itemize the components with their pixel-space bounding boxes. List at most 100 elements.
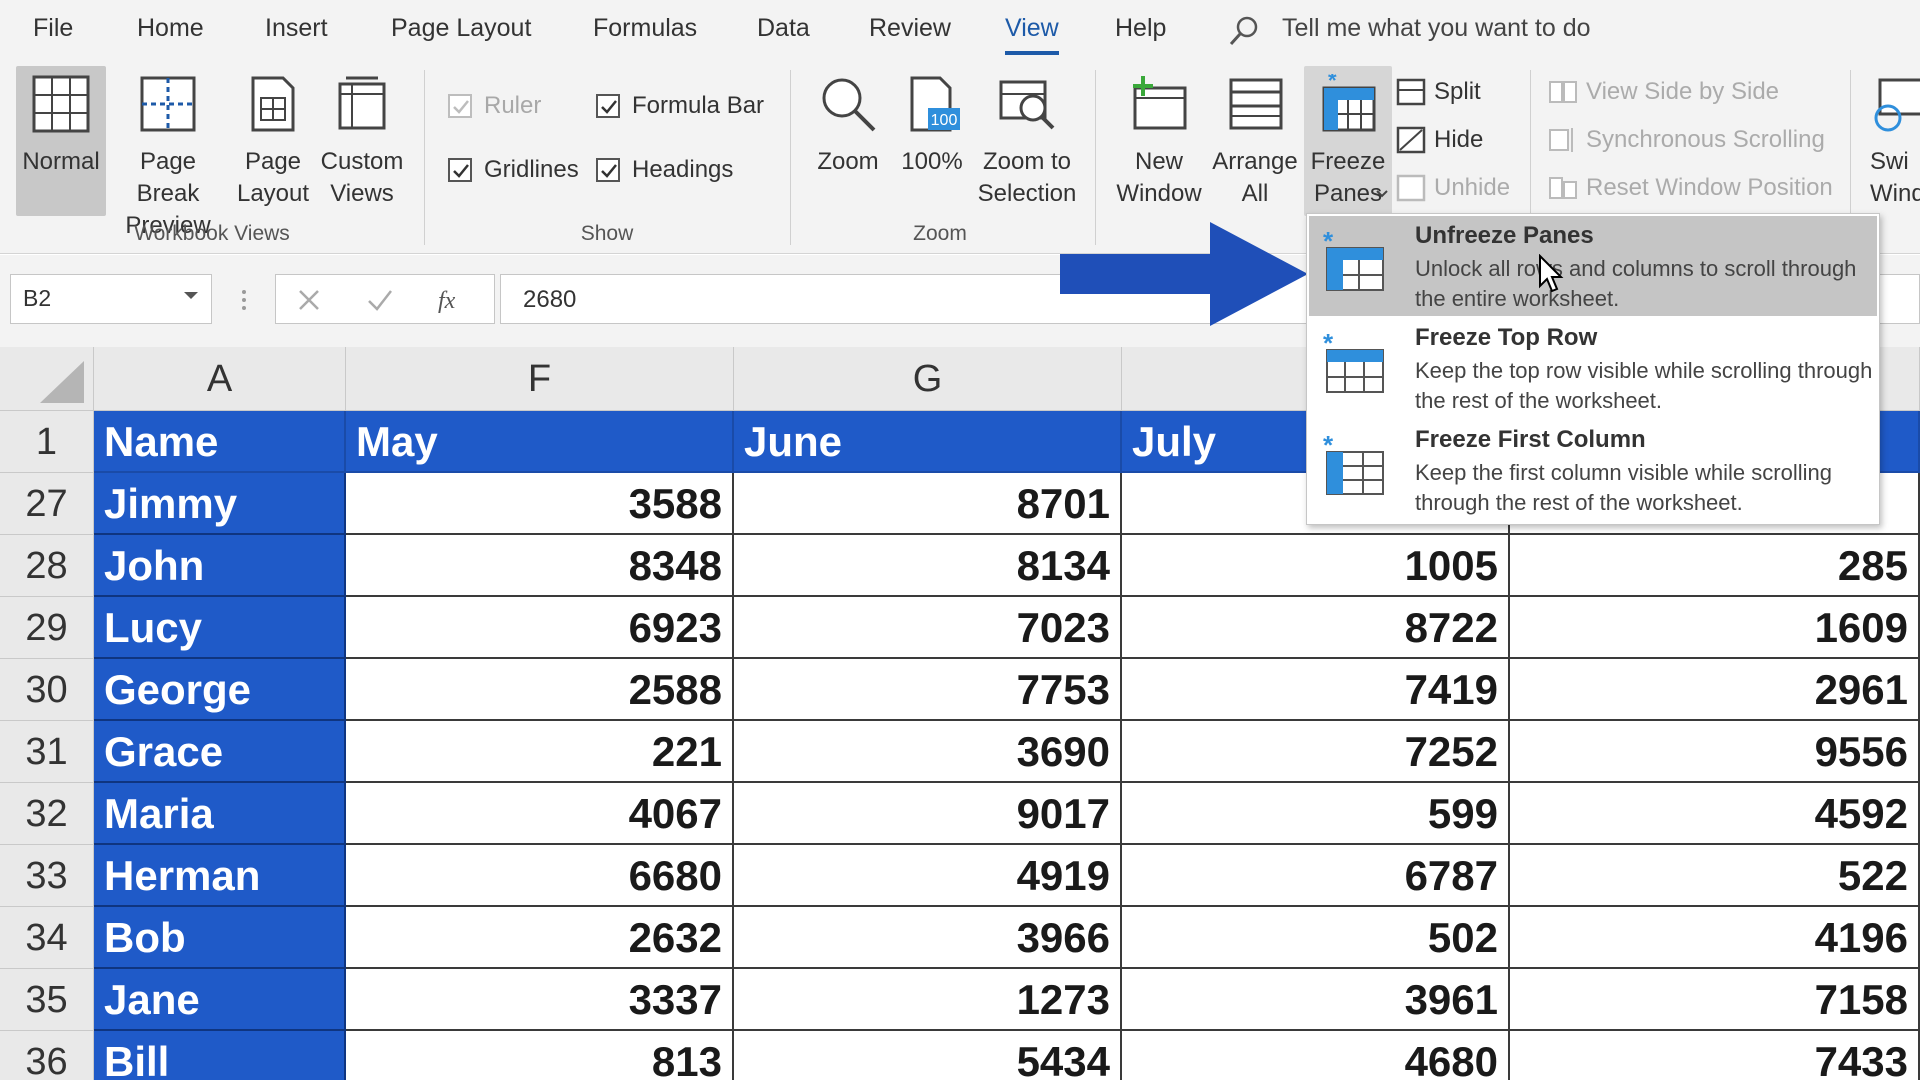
- value-cell[interactable]: 7419: [1122, 659, 1510, 721]
- name-cell[interactable]: Herman: [94, 845, 346, 907]
- value-cell[interactable]: 7252: [1122, 721, 1510, 783]
- zoom-100-button[interactable]: 100 100%: [892, 66, 972, 216]
- tell-me-search[interactable]: Tell me what you want to do: [1282, 14, 1591, 43]
- tab-file[interactable]: File: [33, 14, 73, 43]
- value-cell[interactable]: 3588: [346, 473, 734, 535]
- column-header-a[interactable]: A: [94, 347, 346, 411]
- zoom-button[interactable]: Zoom: [808, 66, 888, 216]
- name-cell[interactable]: Jimmy: [94, 473, 346, 535]
- value-cell[interactable]: 7753: [734, 659, 1122, 721]
- value-cell[interactable]: 7023: [734, 597, 1122, 659]
- name-cell[interactable]: Bill: [94, 1031, 346, 1080]
- value-cell[interactable]: 221: [346, 721, 734, 783]
- value-cell[interactable]: 1005: [1122, 535, 1510, 597]
- value-cell[interactable]: 5434: [734, 1031, 1122, 1080]
- value-cell[interactable]: 6923: [346, 597, 734, 659]
- value-cell[interactable]: 4196: [1510, 907, 1920, 969]
- value-cell[interactable]: 6787: [1122, 845, 1510, 907]
- value-cell[interactable]: 8134: [734, 535, 1122, 597]
- resize-dots-icon[interactable]: [240, 289, 248, 311]
- value-cell[interactable]: 4592: [1510, 783, 1920, 845]
- value-cell[interactable]: 2588: [346, 659, 734, 721]
- value-cell[interactable]: 2632: [346, 907, 734, 969]
- value-cell[interactable]: 3337: [346, 969, 734, 1031]
- hide-icon: [1396, 126, 1426, 154]
- normal-view-button[interactable]: Normal: [16, 66, 106, 216]
- value-cell[interactable]: 522: [1510, 845, 1920, 907]
- row-header[interactable]: 30: [0, 659, 94, 721]
- name-cell[interactable]: John: [94, 535, 346, 597]
- value-cell[interactable]: 8701: [734, 473, 1122, 535]
- value-cell[interactable]: 502: [1122, 907, 1510, 969]
- normal-label: Normal: [22, 148, 100, 175]
- column-header-f[interactable]: F: [346, 347, 734, 411]
- row-header[interactable]: 29: [0, 597, 94, 659]
- name-cell[interactable]: Grace: [94, 721, 346, 783]
- snowflake-glyph: *: [1328, 74, 1337, 93]
- value-cell[interactable]: 7433: [1510, 1031, 1920, 1080]
- page-break-preview-button[interactable]: Page Break Preview: [108, 66, 228, 239]
- value-cell[interactable]: 3966: [734, 907, 1122, 969]
- value-cell[interactable]: 2961: [1510, 659, 1920, 721]
- value-cell[interactable]: 8722: [1122, 597, 1510, 659]
- name-cell[interactable]: George: [94, 659, 346, 721]
- value-cell[interactable]: 1273: [734, 969, 1122, 1031]
- arrange-all-button[interactable]: Arrange All: [1208, 66, 1302, 216]
- header-cell[interactable]: Name: [94, 411, 346, 473]
- page-layout-label: Page Layout: [236, 148, 310, 207]
- value-cell[interactable]: 3961: [1122, 969, 1510, 1031]
- freeze-panes-button[interactable]: * Freeze Panes: [1304, 66, 1392, 216]
- page-layout-view-button[interactable]: Page Layout: [232, 66, 314, 216]
- tab-help[interactable]: Help: [1115, 14, 1166, 43]
- row-header[interactable]: 31: [0, 721, 94, 783]
- name-cell[interactable]: Bob: [94, 907, 346, 969]
- new-window-button[interactable]: New Window: [1110, 66, 1208, 216]
- tab-home[interactable]: Home: [137, 14, 204, 43]
- value-cell[interactable]: 3690: [734, 721, 1122, 783]
- cancel-icon[interactable]: [296, 287, 322, 313]
- value-cell[interactable]: 7158: [1510, 969, 1920, 1031]
- freeze-first-column-item[interactable]: * Freeze First Column Keep the first col…: [1309, 420, 1877, 520]
- row-header[interactable]: 35: [0, 969, 94, 1031]
- column-header-g[interactable]: G: [734, 347, 1122, 411]
- name-box[interactable]: B2: [10, 274, 212, 324]
- tab-formulas[interactable]: Formulas: [593, 14, 697, 43]
- value-cell[interactable]: 9556: [1510, 721, 1920, 783]
- value-cell[interactable]: 813: [346, 1031, 734, 1080]
- row-header[interactable]: 33: [0, 845, 94, 907]
- value-cell[interactable]: 599: [1122, 783, 1510, 845]
- enter-check-icon[interactable]: [366, 287, 394, 313]
- name-cell[interactable]: Maria: [94, 783, 346, 845]
- custom-views-button[interactable]: Custom Views: [316, 66, 408, 216]
- tab-insert[interactable]: Insert: [265, 14, 328, 43]
- unfreeze-panes-item[interactable]: * Unfreeze Panes Unlock all rows and col…: [1309, 216, 1877, 316]
- tab-view[interactable]: View: [1005, 14, 1059, 55]
- tab-review[interactable]: Review: [869, 14, 951, 43]
- row-header[interactable]: 1: [0, 411, 94, 473]
- row-header[interactable]: 34: [0, 907, 94, 969]
- row-header[interactable]: 28: [0, 535, 94, 597]
- name-cell[interactable]: Lucy: [94, 597, 346, 659]
- freeze-top-row-item[interactable]: * Freeze Top Row Keep the top row visibl…: [1309, 318, 1877, 418]
- value-cell[interactable]: 1609: [1510, 597, 1920, 659]
- row-header[interactable]: 32: [0, 783, 94, 845]
- tab-page-layout[interactable]: Page Layout: [391, 14, 531, 43]
- value-cell[interactable]: 9017: [734, 783, 1122, 845]
- value-cell[interactable]: 6680: [346, 845, 734, 907]
- value-cell[interactable]: 8348: [346, 535, 734, 597]
- zoom-to-selection-button[interactable]: Zoom to Selection: [972, 66, 1082, 216]
- name-cell[interactable]: Jane: [94, 969, 346, 1031]
- row-header[interactable]: 27: [0, 473, 94, 535]
- value-cell[interactable]: 285: [1510, 535, 1920, 597]
- header-cell[interactable]: May: [346, 411, 734, 473]
- chevron-down-icon[interactable]: [183, 291, 199, 301]
- row-header[interactable]: 36: [0, 1031, 94, 1080]
- value-cell[interactable]: 4680: [1122, 1031, 1510, 1080]
- select-all-button[interactable]: [0, 347, 94, 411]
- tab-data[interactable]: Data: [757, 14, 810, 43]
- header-cell[interactable]: June: [734, 411, 1122, 473]
- value-cell[interactable]: 4067: [346, 783, 734, 845]
- value-cell[interactable]: 4919: [734, 845, 1122, 907]
- switch-windows-button[interactable]: Swi Wind: [1856, 66, 1920, 216]
- insert-function-icon[interactable]: fx: [436, 285, 466, 315]
